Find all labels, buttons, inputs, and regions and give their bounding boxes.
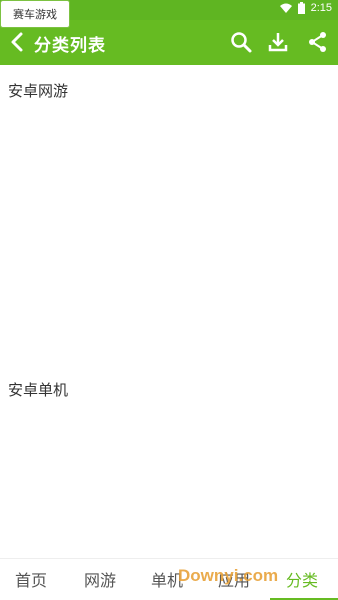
search-icon[interactable] — [229, 30, 253, 54]
nav-categories[interactable]: 分类 — [286, 567, 318, 591]
section-title-online-games: 安卓网游 — [8, 82, 69, 100]
wifi-icon — [279, 3, 292, 13]
back-arrow-icon[interactable] — [6, 30, 30, 54]
nav-online-games[interactable]: 网游 — [84, 567, 116, 591]
section-title-offline-games: 安卓单机 — [8, 381, 69, 399]
watermark-logo: Downyi.com — [178, 566, 279, 585]
share-icon[interactable] — [306, 30, 330, 54]
status-time: 2:15 — [310, 2, 332, 14]
page-title: 分类列表 — [34, 36, 106, 56]
battery-icon — [297, 2, 305, 14]
nav-home[interactable]: 首页 — [15, 567, 47, 591]
download-icon[interactable] — [266, 30, 290, 54]
category-chip[interactable]: 赛车游戏 — [0, 0, 70, 28]
bottom-nav: 首页 网游 单机 应用 分类 — [0, 558, 338, 600]
status-icons: 2:15 — [279, 2, 332, 14]
